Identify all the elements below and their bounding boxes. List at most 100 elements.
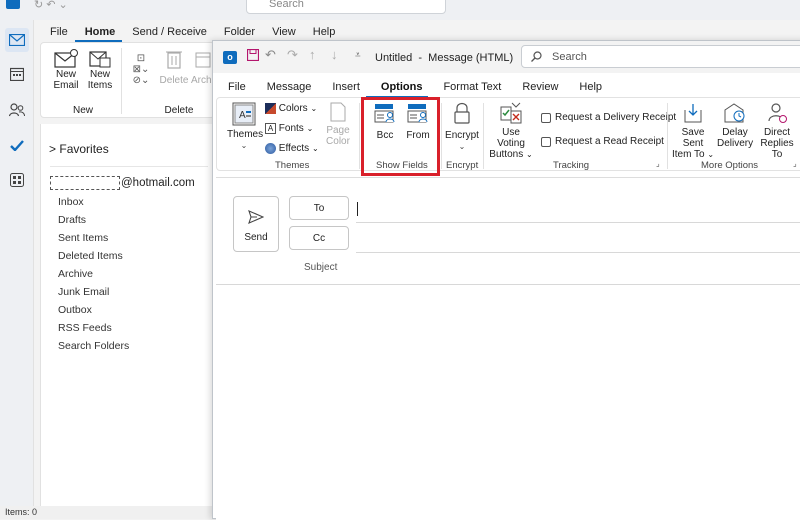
page-color-button[interactable]: Page Color bbox=[323, 102, 353, 147]
delete-button[interactable]: Delete bbox=[159, 49, 189, 86]
folder-junk-email[interactable]: Junk Email bbox=[58, 286, 109, 298]
tab-message[interactable]: Message bbox=[252, 78, 318, 98]
new-email-button[interactable]: New Email bbox=[51, 49, 81, 91]
ribbon-separator bbox=[667, 103, 668, 169]
effects-button[interactable]: Effects ⌄ bbox=[265, 143, 319, 154]
fonts-button[interactable]: A Fonts ⌄ bbox=[265, 123, 313, 134]
dialog-launcher-icon[interactable]: ⌟ bbox=[793, 159, 797, 168]
new-group-label: New bbox=[72, 105, 93, 116]
subject-input[interactable] bbox=[356, 254, 800, 280]
message-title-bar: o ↶ ↷ ↑ ↓ ⩡ Untitled - Message (HTML) Se… bbox=[213, 41, 800, 73]
customize-quick-access-icon[interactable]: ⩡ bbox=[355, 50, 361, 61]
cleanup-icon[interactable]: ⊡ ⊠⌄ ⊘⌄ bbox=[129, 53, 153, 86]
delivery-receipt-checkbox[interactable]: Request a Delivery Receipt bbox=[541, 112, 676, 123]
favorites-header[interactable]: > Favorites bbox=[49, 142, 109, 156]
redo-icon[interactable]: ↷ bbox=[287, 47, 298, 63]
main-tab-folder[interactable]: Folder bbox=[214, 22, 262, 42]
quick-access-icons[interactable]: ↻ ↶ ⌄ bbox=[34, 0, 68, 11]
main-search-box[interactable]: Search bbox=[246, 0, 446, 14]
delete-group-label: Delete bbox=[164, 105, 194, 116]
message-search-box[interactable]: Search bbox=[521, 45, 800, 68]
undo-icon[interactable]: ↶ bbox=[265, 47, 276, 63]
trash-icon bbox=[166, 51, 182, 69]
save-sent-item-button[interactable]: Save Sent Item To ⌄ bbox=[671, 102, 715, 160]
arrow-down-icon[interactable]: ↓ bbox=[331, 47, 338, 62]
new-items-label: New Items bbox=[87, 69, 113, 91]
page-color-label-2: Color bbox=[326, 136, 350, 147]
page-color-label-1: Page bbox=[326, 125, 350, 136]
options-ribbon: A Themes ⌄ Colors ⌄ A Fonts ⌄ Effects ⌄ … bbox=[216, 97, 800, 171]
folder-sent-items[interactable]: Sent Items bbox=[58, 232, 108, 244]
colors-icon bbox=[265, 103, 276, 114]
items-count: Items: 0 bbox=[5, 507, 38, 517]
folder-rss-feeds[interactable]: RSS Feeds bbox=[58, 322, 112, 334]
tab-file[interactable]: File bbox=[213, 78, 252, 98]
effects-icon bbox=[265, 143, 276, 154]
ribbon-separator bbox=[441, 103, 442, 169]
to-field-underline bbox=[356, 222, 800, 223]
colors-label: Colors bbox=[278, 103, 308, 115]
new-email-icon bbox=[54, 49, 78, 68]
save-sent-label-2: Item To bbox=[671, 149, 705, 160]
main-tab-help[interactable]: Help bbox=[303, 22, 343, 42]
folder-outbox[interactable]: Outbox bbox=[58, 304, 92, 316]
tab-review[interactable]: Review bbox=[507, 78, 564, 98]
mail-icon[interactable] bbox=[5, 28, 29, 52]
folder-archive[interactable]: Archive bbox=[58, 268, 93, 280]
voting-label-2: Buttons bbox=[489, 149, 524, 160]
save-icon[interactable] bbox=[247, 49, 259, 61]
read-receipt-checkbox[interactable]: Request a Read Receipt bbox=[541, 136, 664, 147]
archive-icon bbox=[195, 52, 211, 68]
calendar-icon[interactable] bbox=[5, 62, 29, 86]
show-fields-highlight bbox=[361, 97, 440, 176]
themes-button[interactable]: A Themes ⌄ bbox=[227, 102, 263, 151]
themes-icon: A bbox=[232, 102, 256, 126]
direct-label-2: Replies To bbox=[760, 138, 794, 160]
send-icon bbox=[248, 210, 264, 224]
folder-deleted-items[interactable]: Deleted Items bbox=[58, 250, 123, 262]
apps-icon[interactable] bbox=[5, 168, 29, 192]
to-button[interactable]: To bbox=[289, 196, 349, 220]
chevron-down-icon: ⌄ bbox=[240, 141, 248, 150]
new-items-icon bbox=[89, 51, 111, 68]
to-input[interactable] bbox=[356, 194, 800, 222]
main-tab-home[interactable]: Home bbox=[74, 22, 123, 42]
main-tab-view[interactable]: View bbox=[262, 22, 303, 42]
new-items-button[interactable]: New Items bbox=[85, 49, 115, 91]
folder-inbox[interactable]: Inbox bbox=[58, 196, 84, 208]
tab-insert[interactable]: Insert bbox=[317, 78, 366, 98]
arrow-up-icon[interactable]: ↑ bbox=[309, 47, 316, 62]
save-sent-label-1: Save Sent bbox=[681, 127, 705, 149]
cc-button[interactable]: Cc bbox=[289, 226, 349, 250]
outlook-logo-icon: o bbox=[223, 51, 237, 64]
use-voting-buttons[interactable]: Use Voting Buttons ⌄ bbox=[487, 102, 535, 160]
navigation-rail bbox=[0, 20, 34, 519]
favorites-label: Favorites bbox=[59, 142, 109, 156]
folder-search-folders[interactable]: Search Folders bbox=[58, 340, 129, 352]
tab-help[interactable]: Help bbox=[564, 78, 608, 98]
main-tab-file[interactable]: File bbox=[40, 22, 75, 42]
subject-label: Subject bbox=[304, 262, 338, 273]
tab-format-text[interactable]: Format Text bbox=[428, 78, 507, 98]
cc-input[interactable] bbox=[356, 224, 800, 252]
main-search-placeholder: Search bbox=[269, 0, 304, 10]
account-name[interactable]: @hotmail.com bbox=[121, 177, 195, 189]
dialog-launcher-icon[interactable]: ⌟ bbox=[656, 159, 660, 168]
folder-drafts[interactable]: Drafts bbox=[58, 214, 86, 226]
people-icon[interactable] bbox=[5, 98, 29, 122]
todo-check-icon[interactable] bbox=[5, 133, 29, 157]
main-tab-send-receive[interactable]: Send / Receive bbox=[122, 22, 214, 42]
direct-replies-button[interactable]: Direct Replies To bbox=[755, 102, 799, 160]
send-button[interactable]: Send bbox=[233, 196, 279, 252]
colors-button[interactable]: Colors ⌄ bbox=[265, 103, 317, 114]
delay-delivery-button[interactable]: Delay Delivery bbox=[717, 102, 753, 149]
encrypt-button[interactable]: Encrypt ⌄ bbox=[445, 102, 479, 152]
message-body[interactable] bbox=[226, 290, 800, 515]
main-ribbon: New Email New Items New ⊡ ⊠⌄ ⊘⌄ Delete Arc… bbox=[40, 42, 215, 118]
new-email-label: New Email bbox=[53, 69, 79, 91]
delete-label: Delete bbox=[159, 75, 189, 86]
ribbon-separator bbox=[483, 103, 484, 169]
header-divider bbox=[216, 284, 800, 285]
save-sent-icon bbox=[684, 104, 702, 123]
tab-options[interactable]: Options bbox=[365, 78, 429, 98]
